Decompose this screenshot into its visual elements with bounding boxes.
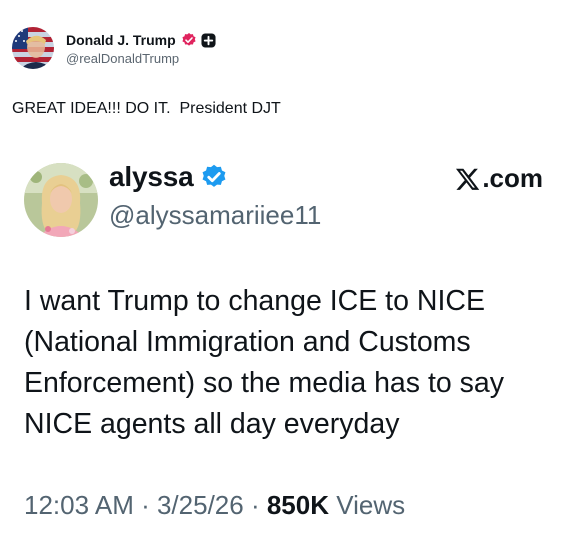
outer-author-handle[interactable]: @realDonaldTrump — [66, 51, 216, 66]
portrait-avatar-image — [24, 163, 98, 237]
outer-author-name-row: Donald J. Trump — [66, 30, 216, 50]
meta-separator: · — [243, 490, 267, 520]
verified-badge-icon — [200, 163, 228, 191]
outer-author-display-name[interactable]: Donald J. Trump — [66, 32, 176, 48]
outer-author-names: Donald J. Trump @realDonaldTrump — [66, 30, 216, 66]
verified-badge-icon — [181, 32, 197, 48]
tweet-author-handle[interactable]: @alyssamariiee11 — [109, 200, 321, 231]
x-brand-link[interactable]: .com — [455, 163, 543, 194]
tweet-time[interactable]: 12:03 AM — [24, 490, 134, 520]
tweet-body-line: I want Trump to change ICE to NICE — [24, 285, 485, 317]
outer-post-header: Donald J. Trump @realDonaldTrump — [12, 27, 216, 69]
tweet-body-text: I want Trump to change ICE to NICE (Nati… — [24, 281, 559, 445]
outer-post-text: GREAT IDEA!!! DO IT. President DJT — [12, 100, 281, 117]
meta-separator: · — [133, 490, 157, 520]
x-logo-icon — [455, 166, 481, 192]
outer-author-avatar[interactable] — [12, 27, 54, 69]
plus-badge-icon — [201, 32, 216, 48]
tweet-body-line: Enforcement) so the media has to say — [24, 367, 504, 399]
tweet-author-avatar[interactable] — [24, 163, 98, 237]
tweet-author-name-row: alyssa — [109, 161, 228, 193]
tweet-date[interactable]: 3/25/26 — [157, 490, 244, 520]
x-brand-domain: .com — [482, 163, 543, 193]
flag-portrait-avatar-image — [12, 27, 54, 69]
tweet-meta-row: 12:03 AM · 3/25/26 · 850K Views — [24, 490, 405, 521]
tweet-views-count[interactable]: 850K — [267, 490, 329, 520]
tweet-body-line: (National Immigration and Customs — [24, 326, 471, 358]
tweet-author-display-name[interactable]: alyssa — [109, 161, 194, 193]
tweet-views-label: Views — [328, 490, 406, 520]
tweet-body-line: NICE agents all day everyday — [24, 408, 400, 440]
